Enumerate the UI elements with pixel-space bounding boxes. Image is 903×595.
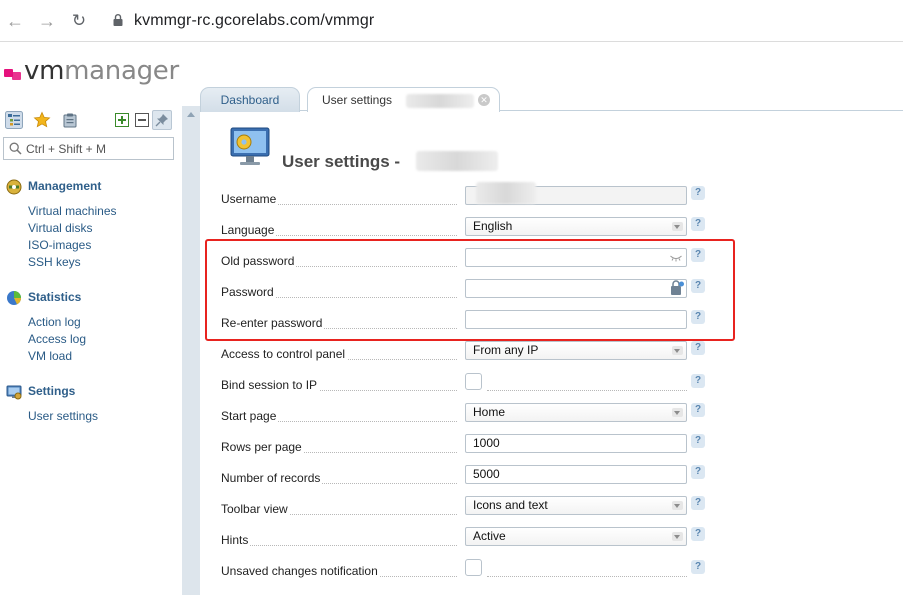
rows-per-page-field[interactable]: 1000 bbox=[465, 434, 687, 453]
monitor-settings-icon bbox=[230, 127, 270, 165]
menu-head-management[interactable]: Management bbox=[0, 177, 182, 197]
logo-mark-icon bbox=[4, 67, 22, 80]
back-arrow-icon[interactable]: ← bbox=[4, 10, 26, 32]
menu-item-access-log[interactable]: Access log bbox=[0, 331, 182, 348]
row-rows-per-page: Rows per page 1000 ? bbox=[221, 434, 711, 466]
chevron-down-icon bbox=[672, 222, 683, 231]
menu-item-virtual-disks[interactable]: Virtual disks bbox=[0, 220, 182, 237]
menu-section-management: Management Virtual machines Virtual disk… bbox=[0, 177, 182, 271]
sidebar-toolbar bbox=[4, 110, 176, 132]
chevron-down-icon bbox=[672, 532, 683, 541]
menu-head-statistics[interactable]: Statistics bbox=[0, 288, 182, 308]
row-start-page: Start page Home ? bbox=[221, 403, 711, 435]
reload-icon[interactable]: ↻ bbox=[68, 10, 90, 32]
redacted-title-username bbox=[416, 151, 498, 171]
menu-item-virtual-machines[interactable]: Virtual machines bbox=[0, 203, 182, 220]
bind-session-checkbox[interactable] bbox=[465, 373, 482, 390]
help-icon[interactable]: ? bbox=[691, 434, 705, 448]
row-hints: Hints Active ? bbox=[221, 527, 711, 559]
redacted-username-value bbox=[476, 182, 536, 204]
redacted-username bbox=[406, 94, 474, 108]
password-highlight-box bbox=[205, 239, 735, 341]
menu-item-user-settings[interactable]: User settings bbox=[0, 408, 182, 425]
page-header: User settings - bbox=[220, 124, 880, 174]
search-box bbox=[3, 137, 174, 160]
menu-item-ssh-keys[interactable]: SSH keys bbox=[0, 254, 182, 271]
help-icon[interactable]: ? bbox=[691, 560, 705, 574]
username-field[interactable] bbox=[465, 182, 687, 205]
menu-head-settings[interactable]: Settings bbox=[0, 382, 182, 402]
main-content: User settings - Username ? Language Engl… bbox=[200, 112, 903, 595]
help-icon[interactable]: ? bbox=[691, 465, 705, 479]
row-access-control-panel: Access to control panel From any IP ? bbox=[221, 341, 711, 373]
clipboard-icon[interactable] bbox=[60, 110, 80, 130]
browser-toolbar: ← → ↻ kvmmgr-rc.gcorelabs.com/vmmgr bbox=[0, 0, 903, 42]
collapse-all-icon[interactable] bbox=[132, 110, 152, 130]
hints-select[interactable]: Active bbox=[465, 527, 687, 546]
number-of-records-field[interactable]: 5000 bbox=[465, 465, 687, 484]
language-select[interactable]: English bbox=[465, 217, 687, 236]
settings-icon bbox=[6, 385, 22, 400]
close-tab-icon[interactable]: ✕ bbox=[478, 94, 490, 106]
access-control-select[interactable]: From any IP bbox=[465, 341, 687, 360]
help-icon[interactable]: ? bbox=[691, 186, 705, 200]
tab-strip: Dashboard User settings ✕ bbox=[200, 84, 903, 112]
unsaved-changes-checkbox[interactable] bbox=[465, 559, 482, 576]
row-unsaved-changes: Unsaved changes notification ? bbox=[221, 559, 711, 590]
star-icon[interactable] bbox=[32, 110, 52, 130]
menu-item-vm-load[interactable]: VM load bbox=[0, 348, 182, 365]
management-icon bbox=[6, 179, 22, 195]
row-username: Username ? bbox=[221, 182, 711, 218]
help-icon[interactable]: ? bbox=[691, 527, 705, 541]
sidebar: Management Virtual machines Virtual disk… bbox=[0, 106, 182, 595]
address-bar[interactable]: kvmmgr-rc.gcorelabs.com/vmmgr bbox=[134, 12, 374, 30]
menu-item-iso-images[interactable]: ISO-images bbox=[0, 237, 182, 254]
tab-dashboard[interactable]: Dashboard bbox=[200, 87, 300, 112]
help-icon[interactable]: ? bbox=[691, 341, 705, 355]
search-icon bbox=[9, 142, 22, 155]
lock-icon bbox=[113, 14, 123, 26]
help-icon[interactable]: ? bbox=[691, 374, 705, 388]
menu-section-statistics: Statistics Action log Access log VM load bbox=[0, 288, 182, 365]
row-bind-session: Bind session to IP ? bbox=[221, 373, 711, 404]
forward-arrow-icon[interactable]: → bbox=[36, 10, 58, 32]
help-icon[interactable]: ? bbox=[691, 403, 705, 417]
row-toolbar-view: Toolbar view Icons and text ? bbox=[221, 496, 711, 528]
pin-icon[interactable] bbox=[152, 110, 172, 130]
chevron-down-icon bbox=[672, 408, 683, 417]
tab-user-settings[interactable]: User settings ✕ bbox=[307, 87, 500, 112]
pie-chart-icon bbox=[7, 291, 21, 305]
start-page-select[interactable]: Home bbox=[465, 403, 687, 422]
toolbar-view-select[interactable]: Icons and text bbox=[465, 496, 687, 515]
page-title: User settings - bbox=[282, 152, 401, 171]
sidebar-collapse-bar[interactable] bbox=[182, 106, 200, 595]
chevron-down-icon bbox=[672, 501, 683, 510]
help-icon[interactable]: ? bbox=[691, 217, 705, 231]
scroll-up-arrow-icon[interactable] bbox=[187, 112, 195, 117]
tree-view-icon[interactable] bbox=[4, 110, 24, 130]
menu-search-input[interactable] bbox=[26, 140, 171, 157]
chevron-down-icon bbox=[672, 346, 683, 355]
expand-all-icon[interactable] bbox=[112, 110, 132, 130]
menu-item-action-log[interactable]: Action log bbox=[0, 314, 182, 331]
row-number-of-records: Number of records 5000 ? bbox=[221, 465, 711, 497]
menu-section-settings: Settings User settings bbox=[0, 382, 182, 425]
help-icon[interactable]: ? bbox=[691, 496, 705, 510]
